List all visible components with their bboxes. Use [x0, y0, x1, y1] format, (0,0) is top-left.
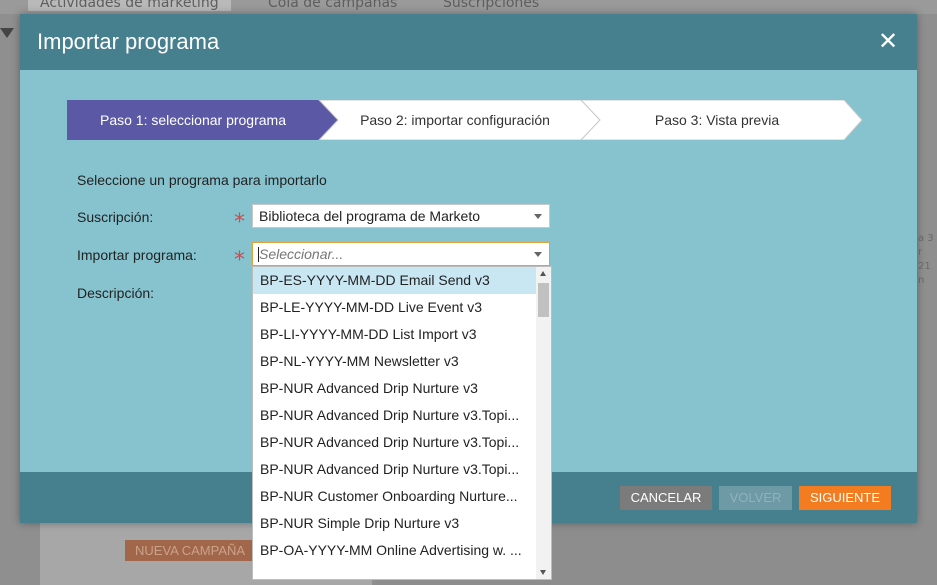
- program-dropdown-list: BP-ES-YYYY-MM-DD Email Send v3 BP-LE-YYY…: [252, 266, 552, 580]
- required-asterisk: *: [234, 248, 245, 273]
- required-asterisk: *: [234, 210, 245, 235]
- list-item[interactable]: BP-NL-YYYY-MM Newsletter v3: [253, 348, 537, 375]
- step-3-label: Paso 3: Vista previa: [654, 112, 780, 128]
- subscription-label: Suscripción:: [77, 209, 154, 225]
- list-item[interactable]: BP-LI-YYYY-MM-DD List Import v3: [253, 321, 537, 348]
- bg-tab-campaign-queue: Cola de campañas: [268, 0, 398, 11]
- list-item[interactable]: BP-ES-YYYY-MM-DD Email Send v3: [253, 267, 537, 294]
- wizard-stepper: Paso 1: seleccionar programa Paso 2: imp…: [67, 100, 863, 140]
- dropdown-scrollbar[interactable]: [536, 267, 551, 579]
- bg-tab-marketing-activities: Actividades de marketing: [28, 0, 231, 11]
- subscription-select[interactable]: Biblioteca del programa de Marketo: [252, 204, 550, 228]
- import-program-label: Importar programa:: [77, 247, 197, 263]
- import-program-modal: Importar programa ✕ Paso 1: seleccionar …: [20, 14, 917, 580]
- bg-tab-subscriptions: Suscripciones: [443, 0, 540, 11]
- list-item[interactable]: BP-NUR Advanced Drip Nurture v3.Topi...: [253, 429, 537, 456]
- chevron-down-icon: [534, 252, 542, 257]
- list-item[interactable]: BP-NUR Advanced Drip Nurture v3.Topi...: [253, 402, 537, 429]
- description-label: Descripción:: [77, 285, 155, 301]
- list-item[interactable]: BP-NUR Advanced Drip Nurture v3: [253, 375, 537, 402]
- modal-title: Importar programa: [37, 29, 220, 54]
- list-item[interactable]: BP-NUR Customer Onboarding Nurture...: [253, 483, 537, 510]
- step-1-label: Paso 1: seleccionar programa: [100, 112, 286, 128]
- scroll-up-icon[interactable]: [540, 271, 546, 276]
- subscription-value: Biblioteca del programa de Marketo: [259, 208, 481, 224]
- list-item[interactable]: BP-LE-YYYY-MM-DD Live Event v3: [253, 294, 537, 321]
- modal-header: Importar programa ✕: [20, 14, 917, 70]
- list-item[interactable]: BP-NUR Simple Drip Nurture v3: [253, 510, 537, 537]
- import-program-placeholder: Seleccionar...: [259, 246, 344, 262]
- cancel-button[interactable]: CANCELAR: [620, 486, 712, 510]
- side-text-line: a 3 r: [918, 233, 934, 258]
- back-button[interactable]: VOLVER: [719, 486, 792, 510]
- side-text-line: 21 n: [918, 261, 931, 286]
- background-side-text: a 3 r 21 n: [918, 232, 937, 288]
- close-icon[interactable]: ✕: [875, 28, 901, 54]
- list-item[interactable]: BP-OA-YYYY-MM Online Advertising w. ...: [253, 537, 537, 564]
- new-campaign-button: NUEVA CAMPAÑA: [125, 540, 256, 561]
- background-tabs: Actividades de marketing Cola de campaña…: [0, 0, 937, 14]
- scrollbar-thumb[interactable]: [538, 283, 549, 317]
- form-intro-text: Seleccione un programa para importarlo: [77, 172, 327, 188]
- import-program-select[interactable]: Seleccionar...: [252, 242, 550, 266]
- chevron-down-icon: [534, 214, 542, 219]
- scroll-down-icon[interactable]: [540, 570, 546, 575]
- step-2-label: Paso 2: importar configuración: [360, 112, 550, 128]
- filter-icon: [0, 28, 14, 38]
- list-item[interactable]: BP-NUR Advanced Drip Nurture v3.Topi...: [253, 456, 537, 483]
- text-cursor: [258, 247, 259, 262]
- next-button[interactable]: SIGUIENTE: [799, 486, 891, 510]
